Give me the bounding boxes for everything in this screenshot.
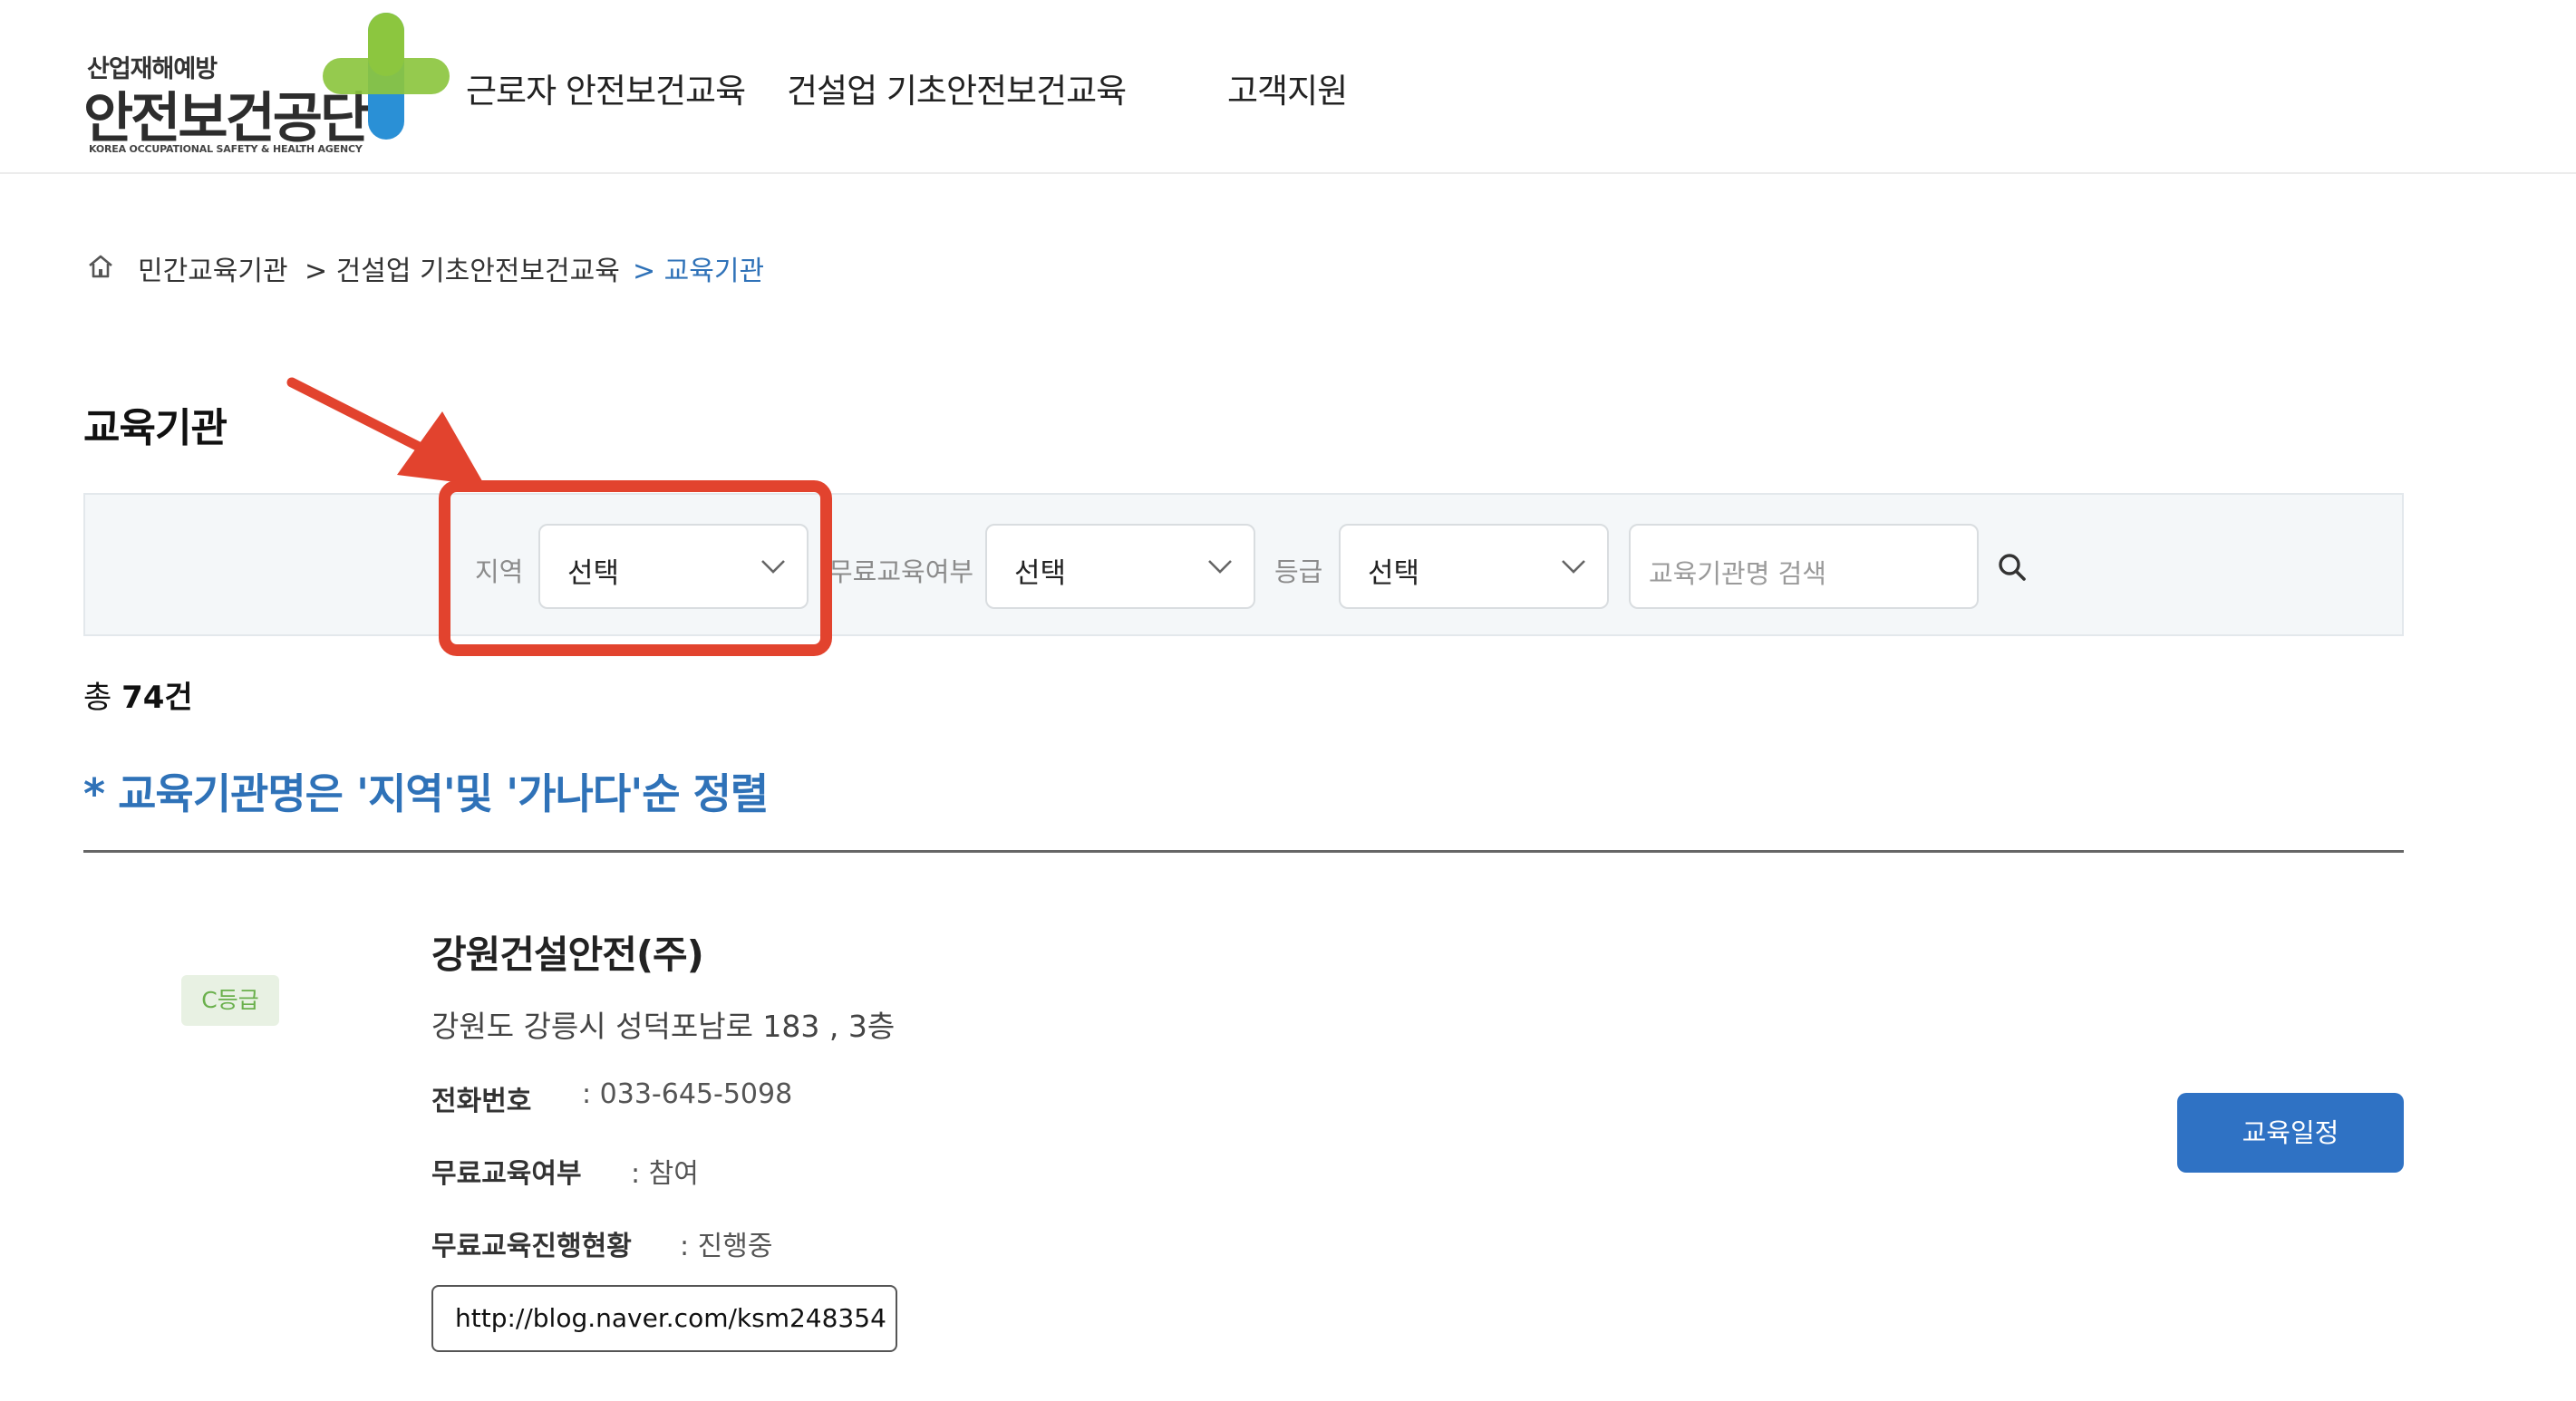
total-count-label: 총: [83, 680, 112, 716]
free-education-status-value: : 참여: [631, 1158, 699, 1190]
annotation-highlight-box: [439, 480, 832, 656]
free-education-progress-label: 무료교육진행현황: [431, 1231, 632, 1262]
institution-name[interactable]: 강원건설안전(주): [431, 924, 704, 980]
grade-select-value: 선택: [1368, 557, 1420, 590]
institution-url-link[interactable]: http://blog.naver.com/ksm248354: [431, 1285, 897, 1352]
institution-address: 강원도 강릉시 성덕포남로 183 , 3층: [431, 1009, 896, 1044]
grade-label: 등급: [1274, 556, 1323, 587]
annotation-arrow-icon: [286, 377, 485, 486]
breadcrumb-item-private-institutions[interactable]: 민간교육기관: [138, 248, 288, 288]
site-logo[interactable]: 산업재해예방 안전보건공단 KOREA OCCUPATIONAL SAFETY …: [80, 13, 451, 162]
free-education-select-value: 선택: [1014, 557, 1067, 590]
nav-construction-education[interactable]: 건설업 기초안전보건교육: [787, 63, 1127, 112]
phone-label: 전화번호: [431, 1086, 532, 1117]
site-header: 산업재해예방 안전보건공단 KOREA OCCUPATIONAL SAFETY …: [0, 0, 2576, 174]
total-count: 총 74건: [83, 672, 193, 717]
nav-worker-education[interactable]: 근로자 안전보건교육: [466, 63, 746, 112]
breadcrumb-item-construction[interactable]: > 건설업 기초안전보건교육: [305, 248, 620, 288]
search-input-placeholder: 교육기관명 검색: [1649, 558, 1826, 589]
breadcrumb-item-current: > 교육기관: [633, 256, 765, 287]
free-education-select[interactable]: 선택: [985, 524, 1255, 609]
logo-english: KOREA OCCUPATIONAL SAFETY & HEALTH AGENC…: [89, 143, 363, 155]
total-count-value: 74건: [121, 680, 193, 716]
results-divider: [83, 850, 2404, 853]
free-education-label: 무료교육여부: [828, 556, 974, 587]
sort-notice: * 교육기관명은 '지역'및 '가나다'순 정렬: [83, 769, 769, 818]
nav-customer-support[interactable]: 고객지원: [1227, 63, 1348, 112]
search-filter-bar: 지역 선택 무료교육여부 선택 등급 선택 교육기관명 검색: [83, 493, 2404, 636]
free-education-status-label: 무료교육여부: [431, 1158, 582, 1190]
phone-value: : 033-645-5098: [582, 1078, 793, 1110]
home-icon[interactable]: [87, 254, 114, 279]
chevron-down-icon: [1208, 560, 1232, 574]
free-education-progress-value: : 진행중: [680, 1231, 773, 1262]
education-schedule-button[interactable]: 교육일정: [2177, 1093, 2404, 1173]
grade-select[interactable]: 선택: [1339, 524, 1609, 609]
logo-cross-icon: [323, 13, 450, 140]
grade-badge: C등급: [181, 975, 279, 1026]
chevron-down-icon: [1562, 560, 1585, 574]
page-title: 교육기관: [83, 405, 228, 451]
institution-search-input[interactable]: 교육기관명 검색: [1629, 524, 1979, 609]
search-icon[interactable]: [1996, 551, 2029, 584]
